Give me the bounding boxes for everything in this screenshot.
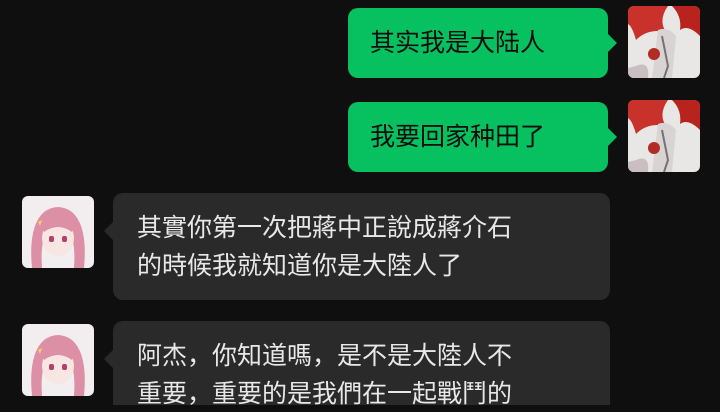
message-text-line: 的時候我就知道你是大陸人了 [137, 251, 463, 280]
message-bubble[interactable]: 其实我是大陆人 [348, 8, 608, 78]
message-text: 我要回家种田了 [370, 122, 546, 151]
pink-hair-girl-avatar-icon[interactable] [22, 196, 94, 268]
chat-message-list[interactable]: 其实我是大陆人 我要回家种田了 其實你第一次把蔣中正說成蔣介石 的時候我就知道你… [0, 0, 720, 408]
message-text: 其实我是大陆人 [370, 28, 546, 57]
message-text-line: 重要，重要的是我們在一起戰鬥的 [137, 379, 513, 408]
red-hair-character-avatar-icon[interactable] [628, 100, 700, 172]
red-hair-character-avatar-icon[interactable] [628, 6, 700, 78]
bubble-tail [608, 128, 617, 146]
bubble-tail [104, 222, 113, 240]
message-bubble[interactable]: 阿杰，你知道嗎，是不是大陸人不 重要，重要的是我們在一起戰鬥的 [113, 321, 610, 408]
bubble-tail [608, 34, 617, 52]
message-bubble[interactable]: 其實你第一次把蔣中正說成蔣介石 的時候我就知道你是大陸人了 [113, 193, 610, 300]
pink-hair-girl-avatar-icon[interactable] [22, 324, 94, 396]
message-bubble[interactable]: 我要回家种田了 [348, 102, 608, 172]
bubble-tail [104, 350, 113, 368]
message-text-line: 其實你第一次把蔣中正說成蔣介石 [137, 213, 513, 242]
message-text-line: 阿杰，你知道嗎，是不是大陸人不 [137, 341, 513, 370]
